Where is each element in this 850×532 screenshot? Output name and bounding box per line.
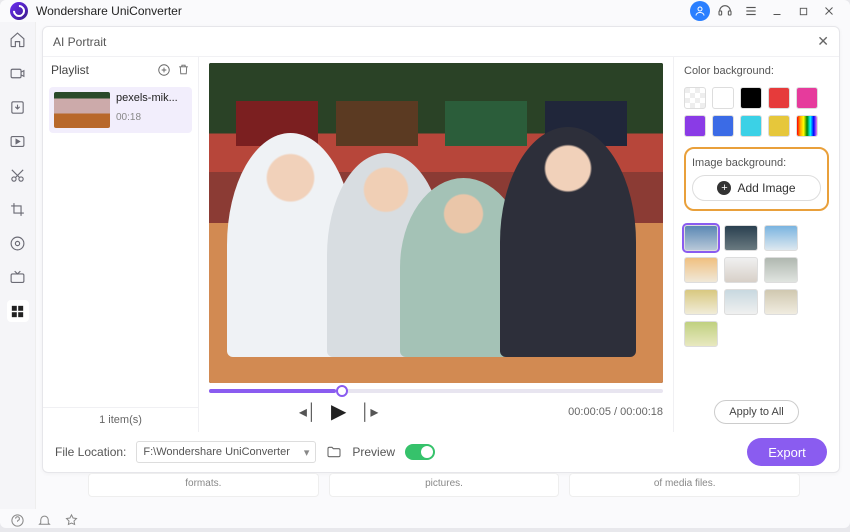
- feedback-icon[interactable]: [64, 513, 79, 528]
- content-area: AI Portrait ✕ Playlist: [36, 22, 850, 509]
- bg-thumb[interactable]: [684, 289, 718, 315]
- modal-header: AI Portrait ✕: [43, 27, 839, 57]
- file-location-value: F:\Wondershare UniConverter: [143, 446, 290, 458]
- nav-cut-icon[interactable]: [7, 164, 29, 186]
- titlebar: Wondershare UniConverter: [0, 0, 850, 22]
- playlist-panel: Playlist pexels-mik... 00:18: [43, 57, 199, 432]
- bg-thumb[interactable]: [724, 289, 758, 315]
- video-preview[interactable]: [209, 63, 663, 383]
- tool-card[interactable]: of media files.: [569, 473, 800, 497]
- swatch-rainbow[interactable]: [796, 115, 818, 137]
- open-folder-icon[interactable]: [326, 444, 342, 460]
- file-location-dropdown[interactable]: F:\Wondershare UniConverter ▾: [136, 441, 316, 463]
- swatch-yellow[interactable]: [768, 115, 790, 137]
- support-icon[interactable]: [714, 0, 736, 22]
- window-close-icon[interactable]: [818, 0, 840, 22]
- app-window: Wondershare UniConverter: [0, 0, 850, 528]
- nav-burn-icon[interactable]: [7, 232, 29, 254]
- swatch-white[interactable]: [712, 87, 734, 109]
- playlist-item-meta: pexels-mik... 00:18: [116, 92, 178, 128]
- preview-toggle[interactable]: [405, 444, 435, 460]
- window-minimize-icon[interactable]: [766, 0, 788, 22]
- playlist-item[interactable]: pexels-mik... 00:18: [49, 87, 192, 133]
- ai-portrait-modal: AI Portrait ✕ Playlist: [42, 26, 840, 473]
- nav-player-icon[interactable]: [7, 130, 29, 152]
- player-time: 00:00:05 / 00:00:18: [568, 406, 663, 418]
- play-icon[interactable]: ▶: [331, 399, 346, 424]
- file-location-label: File Location:: [55, 445, 126, 459]
- playlist-item-name: pexels-mik...: [116, 92, 178, 104]
- player-controls: ◂│ ▶ │▸ 00:00:05 / 00:00:18: [209, 399, 663, 424]
- notification-icon[interactable]: [37, 513, 52, 528]
- nav-crop-icon[interactable]: [7, 198, 29, 220]
- swatch-red[interactable]: [768, 87, 790, 109]
- preview-area: ◂│ ▶ │▸ 00:00:05 / 00:00:18: [199, 57, 673, 432]
- add-image-label: Add Image: [737, 181, 795, 195]
- swatch-transparent[interactable]: [684, 87, 706, 109]
- nav-download-icon[interactable]: [7, 96, 29, 118]
- chevron-down-icon: ▾: [304, 446, 310, 459]
- bg-thumb[interactable]: [724, 225, 758, 251]
- image-bg-box: Image background: + Add Image: [684, 147, 829, 211]
- seek-bar[interactable]: [209, 389, 663, 393]
- bottom-tool-cards: formats. pictures. of media files.: [42, 473, 840, 503]
- app-title: Wondershare UniConverter: [36, 4, 182, 18]
- playlist-item-duration: 00:18: [116, 112, 178, 123]
- swatch-blue[interactable]: [712, 115, 734, 137]
- bottom-nav: [0, 509, 850, 532]
- window-maximize-icon[interactable]: [792, 0, 814, 22]
- modal-footer: File Location: F:\Wondershare UniConvert…: [43, 432, 839, 472]
- apply-to-all-button[interactable]: Apply to All: [714, 400, 798, 424]
- add-image-button[interactable]: + Add Image: [692, 175, 821, 201]
- left-nav: [0, 22, 36, 509]
- preview-label: Preview: [352, 445, 395, 459]
- bg-thumb[interactable]: [684, 225, 718, 251]
- playlist-delete-icon[interactable]: [177, 63, 190, 77]
- next-frame-icon[interactable]: │▸: [360, 402, 378, 422]
- bg-thumb[interactable]: [764, 225, 798, 251]
- playlist-add-icon[interactable]: [157, 63, 171, 77]
- playlist-item-thumb: [54, 92, 110, 128]
- right-panel: Color background:: [673, 57, 839, 432]
- playlist-header: Playlist: [43, 57, 198, 83]
- bg-thumb[interactable]: [724, 257, 758, 283]
- swatch-black[interactable]: [740, 87, 762, 109]
- nav-toolbox-icon[interactable]: [7, 300, 29, 322]
- playlist-title: Playlist: [51, 63, 89, 77]
- image-bg-grid: [684, 225, 829, 347]
- playlist-count: 1 item(s): [43, 407, 198, 432]
- bg-thumb[interactable]: [684, 257, 718, 283]
- account-icon[interactable]: [690, 1, 710, 21]
- app-logo-icon: [10, 2, 28, 20]
- tool-card[interactable]: pictures.: [329, 473, 560, 497]
- nav-tv-icon[interactable]: [7, 266, 29, 288]
- swatch-purple[interactable]: [684, 115, 706, 137]
- help-icon[interactable]: [10, 513, 25, 528]
- bg-thumb[interactable]: [764, 257, 798, 283]
- export-button[interactable]: Export: [747, 438, 827, 466]
- modal-close-icon[interactable]: ✕: [817, 33, 829, 50]
- image-bg-label: Image background:: [692, 157, 821, 169]
- nav-video-icon[interactable]: [7, 62, 29, 84]
- plus-icon: +: [717, 181, 731, 195]
- nav-home-icon[interactable]: [7, 28, 29, 50]
- color-bg-label: Color background:: [684, 65, 829, 77]
- bg-thumb[interactable]: [684, 321, 718, 347]
- modal-title: AI Portrait: [53, 35, 106, 49]
- hamburger-menu-icon[interactable]: [740, 0, 762, 22]
- modal-body: Playlist pexels-mik... 00:18: [43, 57, 839, 432]
- tool-card[interactable]: formats.: [88, 473, 319, 497]
- bg-thumb[interactable]: [764, 289, 798, 315]
- swatch-pink[interactable]: [796, 87, 818, 109]
- main-row: AI Portrait ✕ Playlist: [0, 22, 850, 509]
- color-swatches: [684, 87, 829, 137]
- prev-frame-icon[interactable]: ◂│: [299, 402, 317, 422]
- swatch-cyan[interactable]: [740, 115, 762, 137]
